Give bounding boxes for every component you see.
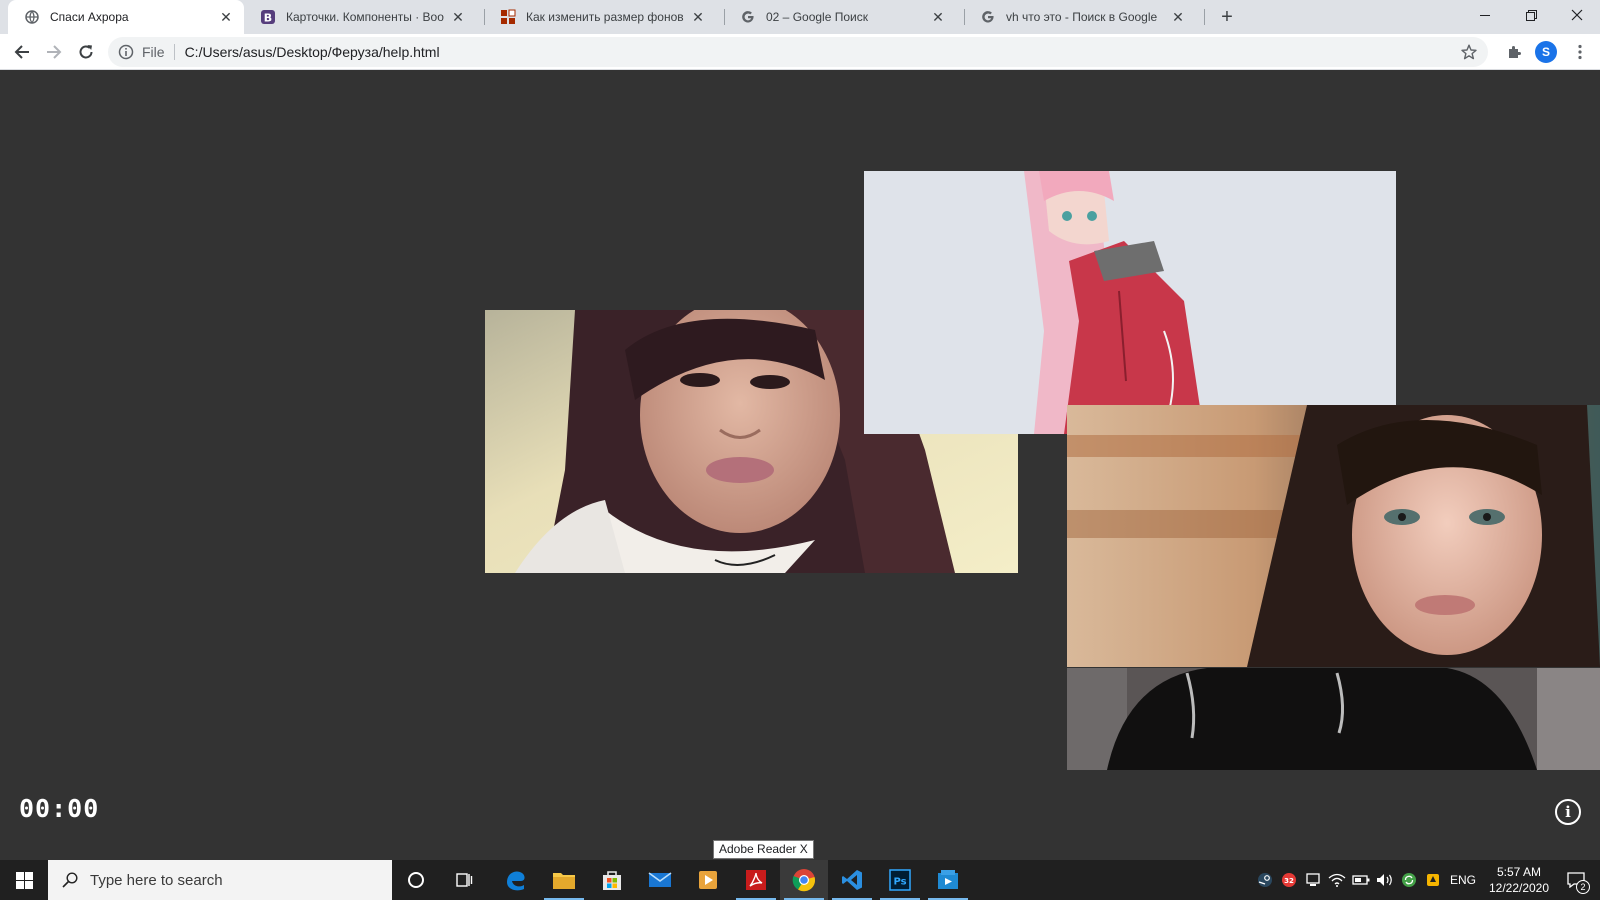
app-tray-icon[interactable] xyxy=(1422,860,1444,900)
back-button[interactable] xyxy=(8,38,36,66)
forward-arrow-icon xyxy=(47,45,62,59)
close-window-button[interactable] xyxy=(1554,0,1600,30)
remote-app-icon[interactable] xyxy=(924,860,972,900)
notification-center-button[interactable]: 2 xyxy=(1556,860,1596,900)
adobe-reader-icon[interactable] xyxy=(732,860,780,900)
google-icon xyxy=(740,9,756,25)
wifi-icon[interactable] xyxy=(1326,860,1348,900)
minimize-button[interactable] xyxy=(1462,0,1508,30)
tab-active[interactable]: Спаси Ахрора ✕ xyxy=(8,0,244,34)
battery-icon[interactable] xyxy=(1350,860,1372,900)
extensions-button[interactable] xyxy=(1500,38,1528,66)
clock-date: 12/22/2020 xyxy=(1488,881,1550,895)
taskbar-clock[interactable]: 5:57 AM 12/22/2020 xyxy=(1482,864,1556,896)
restore-button[interactable] xyxy=(1508,0,1554,30)
volume-icon[interactable] xyxy=(1374,860,1396,900)
clock-time: 5:57 AM xyxy=(1496,865,1542,879)
tab-htmlbook[interactable]: Как изменить размер фоновой ✕ xyxy=(484,0,716,34)
photoshop-icon[interactable]: Ps xyxy=(876,860,924,900)
svg-text:Ps: Ps xyxy=(893,877,906,888)
vscode-icon[interactable] xyxy=(828,860,876,900)
tab-separator xyxy=(1204,9,1205,25)
bookmark-star-icon[interactable] xyxy=(1460,43,1478,61)
chrome-icon[interactable] xyxy=(780,860,828,900)
svg-text:B: B xyxy=(264,12,272,25)
close-tab-icon[interactable]: ✕ xyxy=(690,9,706,25)
media-player-icon[interactable] xyxy=(684,860,732,900)
forward-button[interactable] xyxy=(40,38,68,66)
sync-icon[interactable] xyxy=(1398,860,1420,900)
taskbar-search-box[interactable]: Type here to search xyxy=(48,860,392,900)
address-bar[interactable]: File C:/Users/asus/Desktop/Феруза/help.h… xyxy=(108,37,1488,67)
back-arrow-icon xyxy=(14,45,29,59)
tab-google-search-2[interactable]: vh что это - Поиск в Google ✕ xyxy=(964,0,1196,34)
store-icon[interactable] xyxy=(588,860,636,900)
url-scheme-label: File xyxy=(142,44,175,60)
anime-illustration-photo xyxy=(864,171,1396,434)
steam-icon[interactable] xyxy=(1254,860,1276,900)
close-tab-icon[interactable]: ✕ xyxy=(930,9,946,25)
globe-icon xyxy=(24,9,40,25)
tab-title: 02 – Google Поиск xyxy=(766,10,868,24)
file-explorer-icon[interactable] xyxy=(540,860,588,900)
url-text[interactable]: C:/Users/asus/Desktop/Феруза/help.html xyxy=(185,44,440,60)
reload-button[interactable] xyxy=(72,38,100,66)
page-viewport: 00:00 i xyxy=(0,71,1600,860)
tab-title: vh что это - Поиск в Google xyxy=(1006,10,1158,24)
tab-bootstrap[interactable]: B Карточки. Компоненты · Bootstrap ✕ xyxy=(244,0,476,34)
notification-count-badge: 2 xyxy=(1576,880,1590,894)
windows-taskbar: Type here to search Ps 32 ENG 5:57 AM 12… xyxy=(0,860,1600,900)
google-icon xyxy=(980,9,996,25)
task-view-icon[interactable] xyxy=(440,860,488,900)
search-placeholder: Type here to search xyxy=(90,871,223,889)
info-button[interactable]: i xyxy=(1555,799,1581,825)
start-button[interactable] xyxy=(0,860,48,900)
tab-title: Как изменить размер фоновой xyxy=(526,10,684,24)
site-info-icon[interactable] xyxy=(118,44,134,60)
menu-button[interactable] xyxy=(1566,38,1594,66)
svg-text:32: 32 xyxy=(1284,877,1294,885)
htmlbook-icon xyxy=(500,9,516,25)
cortana-icon[interactable] xyxy=(392,860,440,900)
profile-button[interactable]: S xyxy=(1532,38,1560,66)
kebab-menu-icon xyxy=(1578,44,1582,60)
edge-icon[interactable] xyxy=(492,860,540,900)
bootstrap-icon: B xyxy=(260,9,276,25)
close-tab-icon[interactable]: ✕ xyxy=(1170,9,1186,25)
devices-icon[interactable] xyxy=(1302,860,1324,900)
tab-google-search-1[interactable]: 02 – Google Поиск ✕ xyxy=(724,0,956,34)
taskbar-tooltip: Adobe Reader X xyxy=(713,840,814,859)
close-tab-icon[interactable]: ✕ xyxy=(450,9,466,25)
portrait-photo-soft xyxy=(1067,405,1600,667)
new-tab-button[interactable]: + xyxy=(1215,5,1239,29)
antivirus-badge-icon[interactable]: 32 xyxy=(1278,860,1300,900)
portrait-photo-dark xyxy=(1067,668,1600,770)
puzzle-icon xyxy=(1509,46,1521,58)
language-label: ENG xyxy=(1449,873,1476,887)
countdown-timer: 00:00 xyxy=(19,794,100,823)
avatar: S xyxy=(1535,41,1557,63)
mail-icon[interactable] xyxy=(636,860,684,900)
reload-icon xyxy=(79,45,93,59)
browser-toolbar: File C:/Users/asus/Desktop/Феруза/help.h… xyxy=(0,34,1600,70)
tab-title: Спаси Ахрора xyxy=(50,10,129,24)
tab-title: Карточки. Компоненты · Bootstrap xyxy=(286,10,444,24)
windows-logo-icon xyxy=(15,871,33,889)
input-language-indicator[interactable]: ENG xyxy=(1448,860,1478,900)
close-tab-icon[interactable]: ✕ xyxy=(218,9,234,25)
tab-strip: Спаси Ахрора ✕ B Карточки. Компоненты · … xyxy=(0,0,1600,34)
search-icon xyxy=(60,870,80,890)
